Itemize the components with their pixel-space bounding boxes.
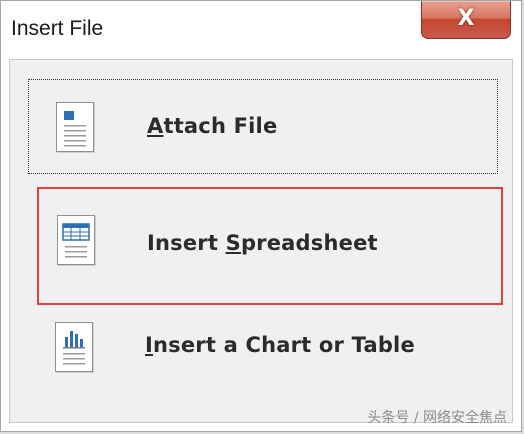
watermark-text: 头条号 / 网络安全焦点 [367,410,507,426]
attach-file-label: Attach File [147,114,278,138]
insert-chart-label: Insert a Chart or Table [145,333,415,357]
chart-icon [55,322,93,372]
attach-file-option[interactable]: Attach File [28,79,498,174]
document-icon [56,102,94,152]
insert-spreadsheet-label: Insert Spreadsheet [147,231,378,255]
insert-spreadsheet-option[interactable]: Insert Spreadsheet [37,187,503,305]
window-title: Insert File [11,17,104,40]
insert-chart-option[interactable]: Insert a Chart or Table [28,305,498,400]
close-button[interactable]: X [421,1,511,39]
close-icon: X [457,6,475,31]
title-bar: Insert File X [1,1,521,57]
spreadsheet-icon [57,215,95,265]
insert-file-dialog: Insert File X Attach File Insert Spreads… [0,0,522,432]
options-panel: Attach File Insert Spreadsheet Insert a … [9,59,513,423]
